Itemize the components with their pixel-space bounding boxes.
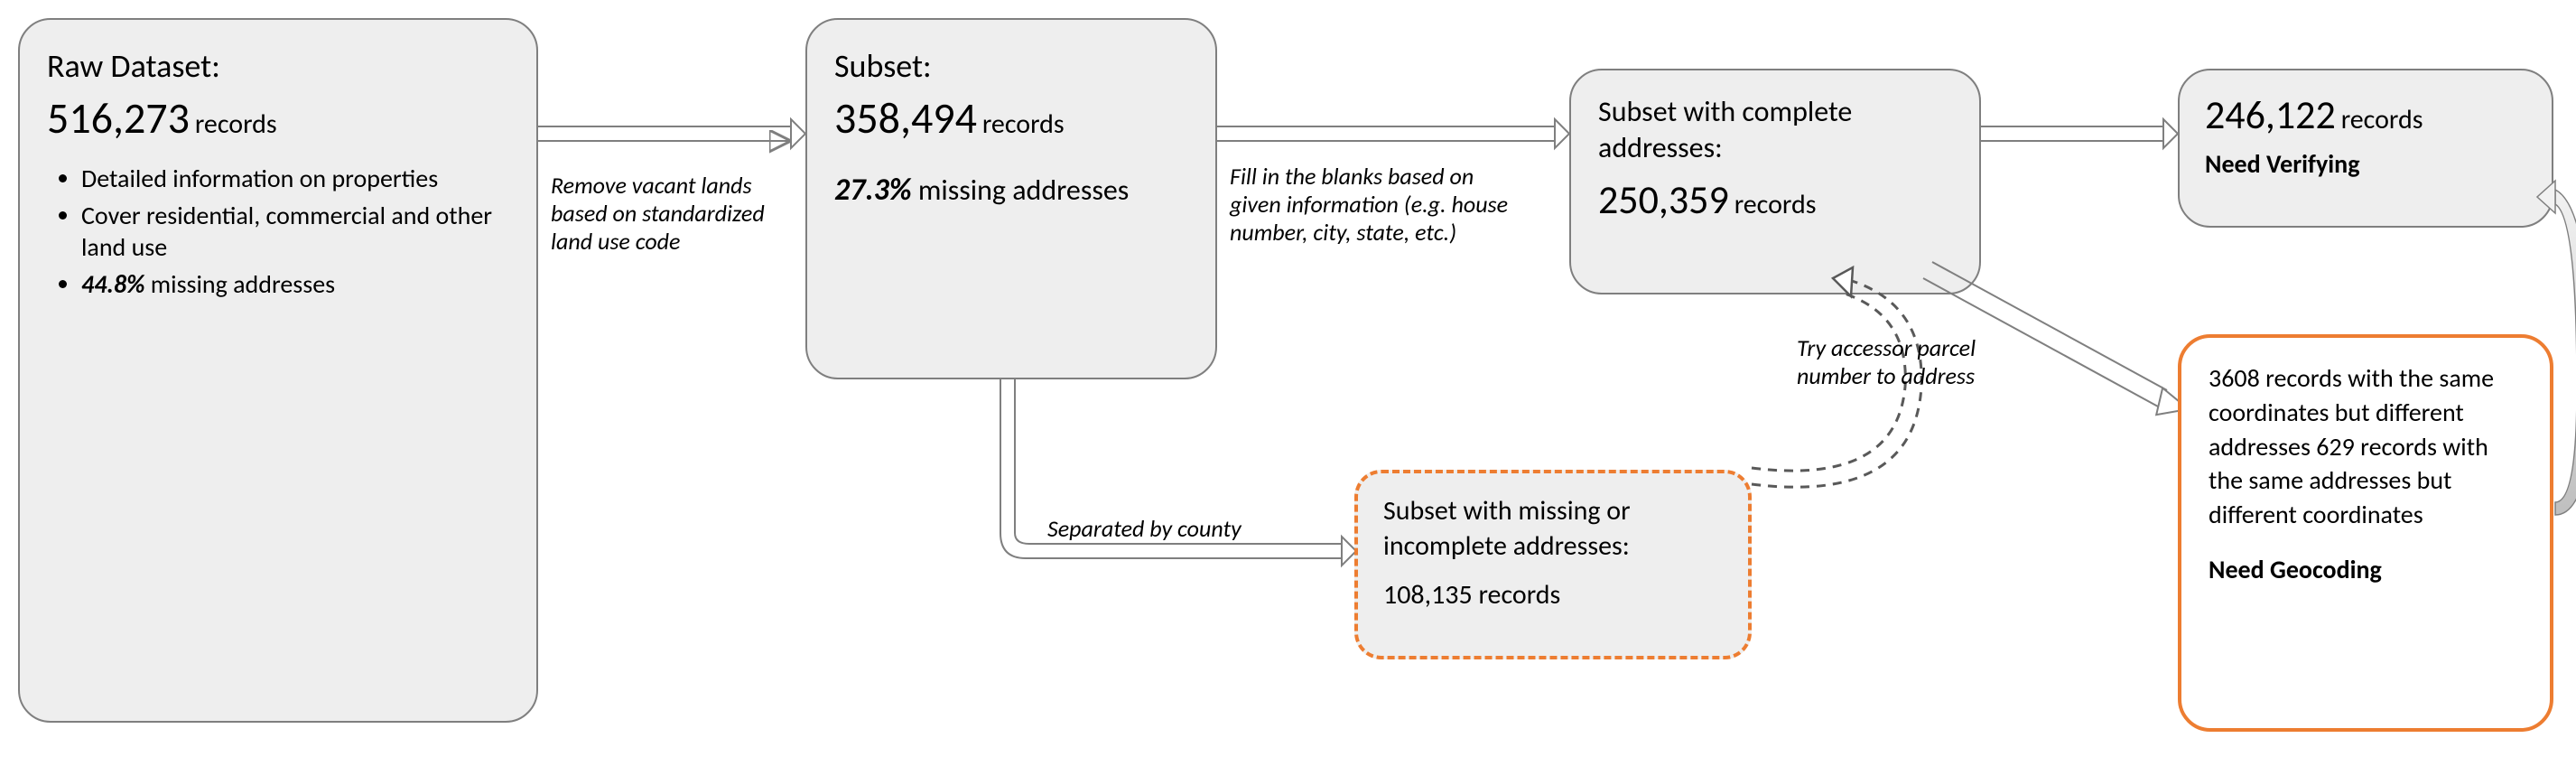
subset-title: Subset: bbox=[834, 47, 1188, 86]
raw-bullet-3: 44.8% missing addresses bbox=[81, 268, 509, 300]
complete-box: Subset with complete addresses: 250,359 … bbox=[1569, 69, 1981, 294]
verify-box: 246,122 records Need Verifying bbox=[2178, 69, 2553, 228]
raw-dataset-box: Raw Dataset: 516,273 records Detailed in… bbox=[18, 18, 538, 723]
verify-need-label: Need Verifying bbox=[2205, 148, 2526, 180]
arrow2-label: Fill in the blanks based on given inform… bbox=[1230, 163, 1519, 248]
subset-box: Subset: 358,494 records 27.3% missing ad… bbox=[805, 18, 1217, 379]
subset-count: 358,494 bbox=[834, 91, 977, 145]
raw-records-word: records bbox=[195, 107, 277, 141]
raw-bullet-1: Detailed information on properties bbox=[81, 163, 509, 194]
raw-bullets: Detailed information on properties Cover… bbox=[56, 163, 509, 300]
raw-bullet-3-rest: missing addresses bbox=[144, 268, 335, 300]
complete-count-line: 250,359 records bbox=[1598, 175, 1952, 224]
verify-records-word: records bbox=[2341, 103, 2423, 136]
arrow-subset-to-complete bbox=[1217, 116, 1569, 152]
raw-count-line: 516,273 records bbox=[47, 91, 509, 145]
raw-bullet-3-pct: 44.8% bbox=[81, 268, 144, 300]
geocoding-need-label: Need Geocoding bbox=[2209, 554, 2523, 585]
try-label: Try accessor parcel number to address bbox=[1797, 334, 1977, 390]
missing-box: Subset with missing or incomplete addres… bbox=[1354, 470, 1752, 659]
arrow-raw-to-subset bbox=[538, 116, 805, 152]
raw-title-text: Raw Dataset: bbox=[47, 46, 220, 86]
arrow-geo-to-verify bbox=[2537, 154, 2576, 533]
subset-records-word: records bbox=[982, 107, 1065, 141]
raw-bullet-2: Cover residential, commercial and other … bbox=[81, 200, 509, 263]
subset-pct: 27.3% bbox=[834, 172, 912, 209]
subset-missing-line: 27.3% missing addresses bbox=[834, 172, 1188, 209]
complete-records-word: records bbox=[1734, 188, 1817, 221]
verify-count: 246,122 bbox=[2205, 90, 2336, 139]
arrow-subset-to-missing bbox=[993, 379, 1363, 587]
geocoding-box: 3608 records with the same coordinates b… bbox=[2178, 334, 2553, 732]
arrow-complete-to-verify bbox=[1981, 116, 2178, 152]
subset-count-line: 358,494 records bbox=[834, 91, 1188, 145]
separated-label: Separated by county bbox=[1047, 515, 1242, 543]
missing-title: Subset with missing or incomplete addres… bbox=[1383, 493, 1723, 564]
raw-count: 516,273 bbox=[47, 91, 190, 145]
geocoding-text: 3608 records with the same coordinates b… bbox=[2209, 361, 2523, 532]
verify-count-line: 246,122 records bbox=[2205, 90, 2526, 139]
raw-title: Raw Dataset: bbox=[47, 47, 509, 86]
missing-count: 108,135 records bbox=[1383, 578, 1723, 612]
arrow-missing-to-complete bbox=[1734, 278, 1968, 531]
subset-rest: missing addresses bbox=[912, 173, 1130, 208]
complete-count: 250,359 bbox=[1598, 175, 1729, 224]
complete-title: Subset with complete addresses: bbox=[1598, 94, 1952, 166]
arrow1-label: Remove vacant lands based on standardize… bbox=[551, 172, 795, 257]
